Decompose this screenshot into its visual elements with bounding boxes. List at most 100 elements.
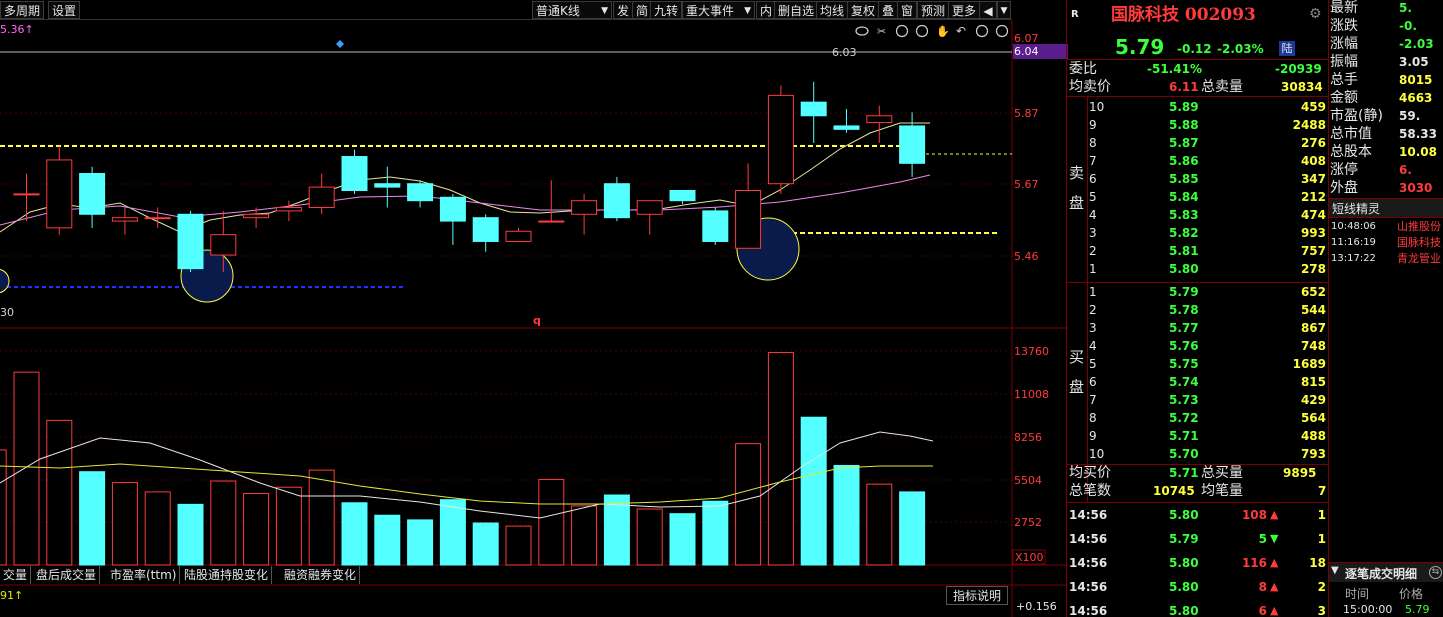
kline-chart[interactable]: 5.36↑ ✂ ✋ ↶ 6.07 6.04 5.87 5.67 5.46 137…: [0, 20, 1068, 617]
overlay-button[interactable]: 叠: [878, 1, 899, 19]
sell-price[interactable]: 5.80: [1169, 260, 1199, 278]
buy-price[interactable]: 5.78: [1169, 301, 1199, 319]
candle-body[interactable]: [177, 213, 204, 270]
sell-price[interactable]: 5.83: [1169, 206, 1199, 224]
toolbar-nei-button[interactable]: 内: [756, 1, 777, 19]
buy-price[interactable]: 5.77: [1169, 319, 1199, 337]
indicator-help-button[interactable]: 指标说明: [946, 586, 1008, 605]
tab-pe-ttm[interactable]: 市盈率(ttm): [107, 566, 181, 584]
multi-period-button[interactable]: 多周期: [0, 1, 45, 19]
stat-value: 3030: [1399, 181, 1433, 195]
scissors-icon[interactable]: ✂: [877, 25, 886, 38]
sell-price[interactable]: 5.88: [1169, 116, 1199, 134]
buy-price[interactable]: 5.71: [1169, 427, 1199, 445]
candle-body[interactable]: [46, 159, 73, 229]
news-item[interactable]: 山推股份: [1397, 219, 1441, 235]
candle-body[interactable]: [866, 115, 893, 124]
candle-body[interactable]: [636, 200, 663, 215]
sell-price[interactable]: 5.85: [1169, 170, 1199, 188]
forecast-button[interactable]: 预测: [917, 1, 950, 19]
ma-line-button[interactable]: 均线: [816, 1, 849, 19]
hand-icon[interactable]: ✋: [936, 25, 950, 38]
candle-body[interactable]: [275, 206, 302, 212]
volume-bar: [505, 525, 532, 566]
collapse-icon[interactable]: ◀: [979, 1, 997, 19]
volume-bar: [0, 449, 7, 566]
candle-body[interactable]: [538, 220, 565, 223]
buy-price[interactable]: 5.70: [1169, 445, 1199, 463]
candle-body[interactable]: [13, 193, 40, 196]
zoom-in-icon[interactable]: [975, 24, 989, 38]
news-item[interactable]: 青龙管业: [1397, 251, 1441, 267]
sell-price[interactable]: 5.89: [1169, 98, 1199, 116]
buy-price[interactable]: 5.79: [1169, 283, 1199, 301]
candle-body[interactable]: [144, 217, 171, 220]
candle-body[interactable]: [79, 173, 106, 215]
candle-body[interactable]: [308, 186, 335, 208]
ma-value-label: 5.36↑: [0, 23, 34, 36]
candle-body[interactable]: [210, 234, 237, 256]
buy-volume: 564: [1300, 411, 1326, 425]
remove-watchlist-button[interactable]: 删自选: [774, 1, 819, 19]
news-item[interactable]: 国脉科技: [1397, 235, 1441, 251]
candle-body[interactable]: [111, 217, 138, 222]
zoom-out-icon[interactable]: [995, 24, 1009, 38]
candle-body[interactable]: [702, 210, 729, 242]
buy-price[interactable]: 5.74: [1169, 373, 1199, 391]
candle-body[interactable]: [669, 190, 696, 202]
buy-price[interactable]: 5.73: [1169, 391, 1199, 409]
major-events-select[interactable]: 重大事件 ▼: [682, 1, 755, 19]
news-header[interactable]: 短线精灵: [1329, 198, 1443, 218]
adjust-button[interactable]: 复权: [847, 1, 880, 19]
candle-body[interactable]: [571, 200, 598, 215]
sell-price[interactable]: 5.86: [1169, 152, 1199, 170]
toolbar-jiuzhuan-button[interactable]: 九转: [650, 1, 683, 19]
candle-body[interactable]: [505, 230, 532, 242]
tab-after-hours-volume[interactable]: 盘后成交量: [33, 566, 101, 584]
pause-icon[interactable]: [915, 24, 929, 38]
undo-icon[interactable]: ↶: [956, 24, 966, 38]
tab-volume[interactable]: 交量: [0, 566, 32, 584]
candle-body[interactable]: [603, 183, 630, 219]
total-sell-label: 总卖量: [1201, 79, 1243, 95]
buy-price[interactable]: 5.75: [1169, 355, 1199, 373]
weibi-diff: -20939: [1275, 62, 1322, 76]
scroll-down-icon[interactable]: ▼: [997, 1, 1011, 19]
sell-price[interactable]: 5.87: [1169, 134, 1199, 152]
sell-price[interactable]: 5.84: [1169, 188, 1199, 206]
candle-body[interactable]: [767, 94, 794, 185]
buy-level: 10: [1089, 447, 1105, 461]
window-button[interactable]: 窗: [897, 1, 918, 19]
buy-price[interactable]: 5.76: [1169, 337, 1199, 355]
toggle-icon[interactable]: ⇆: [1429, 566, 1442, 579]
candle-body[interactable]: [243, 213, 270, 219]
more-button[interactable]: 更多: [948, 1, 981, 19]
toolbar-fa-button[interactable]: 发: [613, 1, 634, 19]
candle-body[interactable]: [374, 183, 401, 188]
candle-body[interactable]: [735, 190, 762, 249]
trade-detail-header[interactable]: ▼ 逐笔成交明细 ⇆: [1329, 562, 1443, 582]
candle-body[interactable]: [439, 196, 466, 222]
tick-time: 14:56: [1069, 604, 1108, 617]
settings-button[interactable]: 设置: [48, 1, 81, 19]
sell-price[interactable]: 5.81: [1169, 242, 1199, 260]
gear-icon[interactable]: ⚙: [1309, 6, 1322, 22]
kline-type-select[interactable]: 普通K线 ▼: [532, 1, 612, 19]
candle-body[interactable]: [407, 183, 434, 202]
tab-margin-trading[interactable]: 融资融券变化: [281, 566, 361, 584]
candle-body[interactable]: [472, 217, 499, 242]
play-icon[interactable]: [895, 24, 909, 38]
tab-hk-connect-holdings[interactable]: 陆股通持股变化: [181, 566, 273, 584]
candle-body[interactable]: [800, 101, 827, 117]
candle-body[interactable]: [833, 125, 860, 130]
volume-bar: [571, 505, 598, 566]
hk-connect-badge[interactable]: 陆: [1279, 41, 1295, 56]
candle-body[interactable]: [341, 156, 368, 191]
eye-icon[interactable]: [855, 26, 869, 36]
sell-price[interactable]: 5.82: [1169, 224, 1199, 242]
weibi-pct: -51.41%: [1147, 62, 1202, 76]
chevron-down-icon[interactable]: ▼: [1331, 565, 1339, 576]
buy-price[interactable]: 5.72: [1169, 409, 1199, 427]
candle-body[interactable]: [899, 125, 926, 164]
toolbar-jian-button[interactable]: 简: [632, 1, 653, 19]
